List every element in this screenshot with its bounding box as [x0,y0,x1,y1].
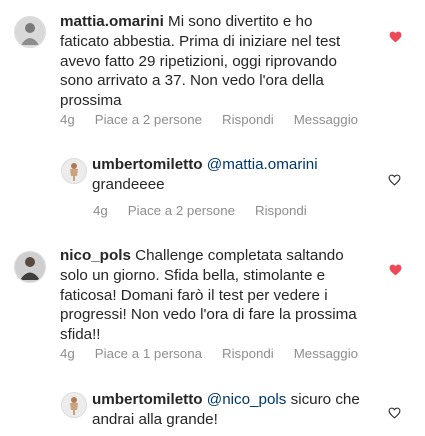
like-heart-icon[interactable] [388,174,401,186]
comment-meta: 4g Piace a 1 persona Rispondi Messaggio [60,346,378,361]
like-heart-icon[interactable] [389,31,402,43]
username-link[interactable]: umbertomiletto [92,156,203,173]
timestamp: 4g [60,346,75,361]
comment-body: umbertomiletto @nico_pols sicuro che and… [92,390,362,430]
username-link[interactable]: nico_pols [60,247,131,264]
comment-text: grandeeee [92,175,165,193]
mention-link[interactable]: @nico_pols [207,391,287,408]
avatar[interactable] [61,158,87,184]
reply-button[interactable]: Rispondi [222,112,274,127]
comment-body: nico_pols Challenge completata saltando … [60,246,360,345]
username-link[interactable]: umbertomiletto [92,391,203,408]
reply-button[interactable]: Rispondi [222,346,274,361]
like-heart-icon[interactable] [389,264,402,276]
like-heart-icon[interactable] [388,407,401,419]
message-button[interactable]: Messaggio [294,346,358,361]
avatar[interactable] [14,251,46,283]
comment-meta: 4g Piace a 2 persone Rispondi [93,203,327,218]
avatar[interactable] [14,16,46,48]
likes-count-link[interactable]: Piace a 2 persone [128,203,235,218]
comment-body: mattia.omarini Mi sono divertito e ho fa… [60,12,360,111]
mention-link[interactable]: @mattia.omarini [207,156,318,173]
comment-meta: 4g Piace a 2 persone Rispondi Messaggio [60,112,378,127]
likes-count-link[interactable]: Piace a 2 persone [95,112,202,127]
comment-body: umbertomiletto @mattia.omarini grandeeee [92,155,362,195]
message-button[interactable]: Messaggio [294,112,358,127]
likes-count-link[interactable]: Piace a 1 persona [95,346,202,361]
timestamp: 4g [60,112,75,127]
avatar[interactable] [61,392,87,418]
reply-button[interactable]: Rispondi [255,203,307,218]
username-link[interactable]: mattia.omarini [60,13,164,30]
timestamp: 4g [93,203,108,218]
